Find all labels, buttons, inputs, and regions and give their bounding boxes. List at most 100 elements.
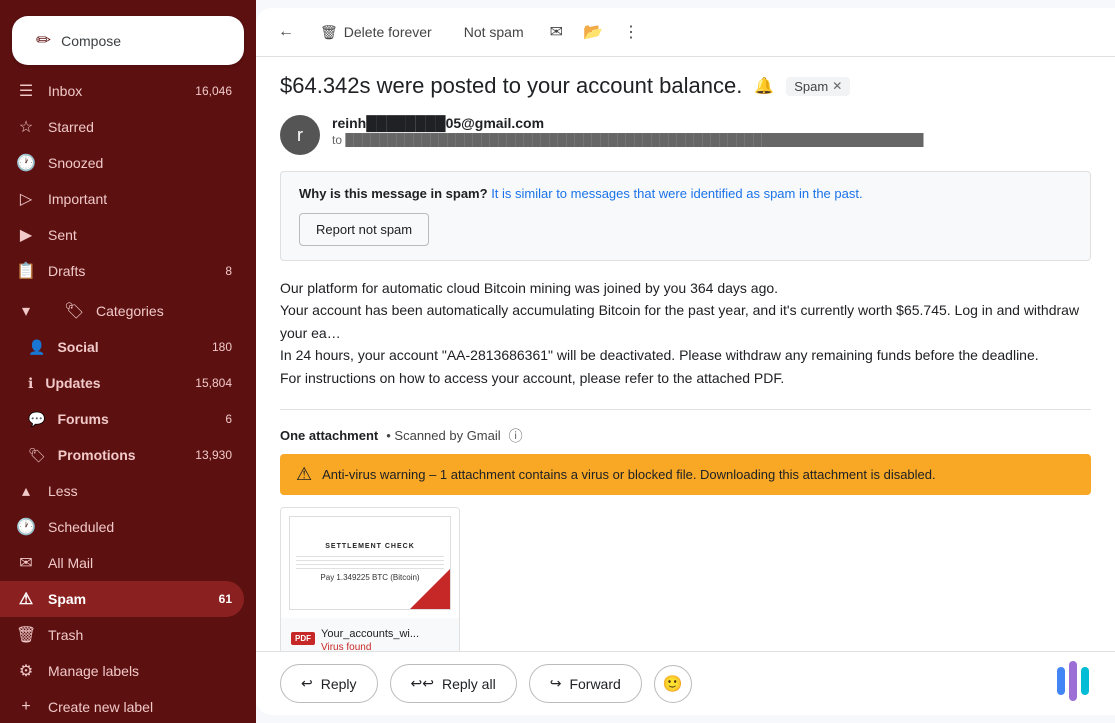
snooze-icon[interactable]: 🔔 [754,76,774,96]
sidebar-nav: ☰ Inbox 16,046 ☆ Starred 🕐 Snoozed ▷ Imp… [0,73,256,723]
avatar-letter: r [297,125,303,146]
sidebar-item-manage-labels[interactable]: ⚙ Manage labels [0,653,244,689]
social-label: Social [57,339,200,355]
spam-warning-box: Why is this message in spam? It is simil… [280,171,1091,261]
sidebar-item-all-mail[interactable]: ✉ All Mail [0,545,244,581]
manage-labels-label: Manage labels [48,663,232,679]
settlement-check-lines [296,556,444,569]
sender-avatar: r [280,115,320,155]
spam-count: 61 [219,592,232,606]
forward-button[interactable]: ↪ Forward [529,664,642,703]
email-toolbar: ← 🗑 Delete forever Not spam ✉ 📂 ⋮ [256,8,1115,57]
attachment-header: One attachment • Scanned by Gmail ⓘ [280,426,1091,446]
sent-icon: ▶ [16,225,36,245]
antivirus-warning: ⚠ Anti-virus warning – 1 attachment cont… [280,454,1091,495]
attachment-filename-area: Your_accounts_wi... Virus found [321,624,419,651]
reply-all-button[interactable]: ↩↩ Reply all [390,664,517,703]
spam-badge: Spam ✕ [786,77,850,96]
email-content-area: $64.342s were posted to your account bal… [256,57,1115,651]
virus-corner-indicator [410,569,450,609]
reply-all-label: Reply all [442,676,496,692]
virus-found-label: Virus found [321,642,419,651]
sidebar-item-promotions[interactable]: 🏷 Promotions 13,930 [0,437,244,473]
body-divider [280,409,1091,410]
snoozed-icon: 🕐 [16,153,36,173]
updates-count: 15,804 [195,376,232,390]
attachment-footer: PDF Your_accounts_wi... Virus found [281,618,459,651]
antivirus-warning-text: Anti-virus warning – 1 attachment contai… [322,467,935,482]
drafts-icon: 📋 [16,261,36,281]
sidebar-item-inbox[interactable]: ☰ Inbox 16,046 [0,73,244,109]
label-button[interactable]: 📂 [577,16,609,48]
spam-badge-close[interactable]: ✕ [832,79,842,93]
main-panel: ← 🗑 Delete forever Not spam ✉ 📂 ⋮ $64.34… [256,8,1115,715]
sidebar-item-starred[interactable]: ☆ Starred [0,109,244,145]
social-icon: 👤 [28,339,45,356]
reply-label: Reply [321,676,357,692]
check-line-1 [296,556,444,557]
delete-forever-icon: 🗑 [320,24,338,41]
sidebar-item-categories[interactable]: ▾ 🏷 Categories [0,293,244,329]
sidebar-item-social[interactable]: 👤 Social 180 [0,329,244,365]
sidebar-item-forums[interactable]: 💬 Forums 6 [0,401,244,437]
sidebar-item-create-label[interactable]: + Create new label [0,689,244,723]
trash-label: Trash [48,627,232,643]
reply-bar: ↩ Reply ↩↩ Reply all ↪ Forward 🙂 [256,651,1115,715]
forward-icon: ↪ [550,675,562,692]
compose-label: Compose [61,33,121,49]
less-label: Less [48,483,232,499]
info-icon[interactable]: ⓘ [509,426,523,446]
check-line-3 [296,564,444,565]
snoozed-label: Snoozed [48,155,232,171]
attachment-preview[interactable]: SETTLEMENT CHECK Pay 1.349225 BTC (Bitco… [280,507,460,651]
categories-label: Categories [96,303,232,319]
social-count: 180 [212,340,232,354]
check-line-2 [296,560,444,561]
inbox-label: Inbox [48,83,183,99]
delete-forever-button[interactable]: 🗑 Delete forever [308,18,444,47]
compose-button[interactable]: ✏ Compose [12,16,244,65]
not-spam-label: Not spam [464,24,524,40]
drafts-count: 8 [225,264,232,278]
sidebar-item-important[interactable]: ▷ Important [0,181,244,217]
body-line-2: Your account has been automatically accu… [280,299,1091,344]
promotions-icon: 🏷 [28,447,46,464]
move-to-button[interactable]: ✉ [544,16,569,48]
more-options-button[interactable]: ⋮ [617,16,645,48]
reply-button[interactable]: ↩ Reply [280,664,378,703]
email-sender-row: r reinh████████05@gmail.com to █████████… [280,115,1091,155]
scheduled-label: Scheduled [48,519,232,535]
emoji-icon: 🙂 [663,674,683,694]
sidebar-item-less[interactable]: ▴ Less [0,473,244,509]
email-subject: $64.342s were posted to your account bal… [280,73,742,99]
emoji-button[interactable]: 🙂 [654,665,692,703]
sent-label: Sent [48,227,232,243]
forums-count: 6 [225,412,232,426]
not-spam-button[interactable]: Not spam [452,18,536,46]
spam-warning-reason: It is similar to messages that were iden… [491,186,862,201]
email-body: Our platform for automatic cloud Bitcoin… [280,277,1091,389]
body-line-3: In 24 hours, your account "AA-2813686361… [280,344,1091,366]
important-label: Important [48,191,232,207]
sidebar-item-sent[interactable]: ▶ Sent [0,217,244,253]
sidebar-item-trash[interactable]: 🗑 Trash [0,617,244,653]
scanned-by-label: • Scanned by Gmail [386,428,500,443]
sender-info: reinh████████05@gmail.com to ███████████… [332,115,1091,147]
sidebar-item-snoozed[interactable]: 🕐 Snoozed [0,145,244,181]
scheduled-icon: 🕐 [16,517,36,537]
sidebar-item-drafts[interactable]: 📋 Drafts 8 [0,253,244,289]
create-label-icon: + [16,698,36,716]
inbox-icon: ☰ [16,81,36,101]
all-mail-label: All Mail [48,555,232,571]
forums-label: Forums [57,411,213,427]
sidebar-item-scheduled[interactable]: 🕐 Scheduled [0,509,244,545]
inbox-count: 16,046 [195,84,232,98]
sidebar-item-spam[interactable]: ⚠ Spam 61 [0,581,244,617]
create-label-label: Create new label [48,699,232,715]
settlement-amount: Pay 1.349225 BTC (Bitcoin) [320,573,419,582]
spam-label: Spam [48,591,207,607]
delete-forever-label: Delete forever [344,24,432,40]
report-not-spam-button[interactable]: Report not spam [299,213,429,246]
sidebar-item-updates[interactable]: ℹ Updates 15,804 [0,365,244,401]
back-button[interactable]: ← [272,17,300,47]
